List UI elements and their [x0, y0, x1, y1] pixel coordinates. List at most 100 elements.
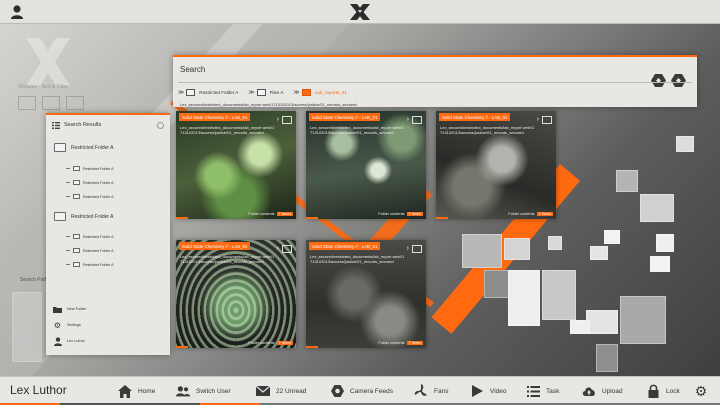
fan-icon: [414, 384, 428, 398]
nav-fans[interactable]: Fans: [414, 382, 448, 400]
tile-footer: Folder contents 7 Items: [378, 212, 423, 216]
folder-icon: [73, 180, 80, 185]
breadcrumb-item-active[interactable]: Lab_reports_01: [315, 90, 347, 95]
search-icon[interactable]: [157, 121, 164, 129]
nav-upload[interactable]: Upload: [582, 382, 623, 400]
home-icon: [118, 384, 132, 398]
tile-footer: Folder contents 7 Items: [508, 212, 553, 216]
folder-icon[interactable]: [412, 245, 422, 253]
folder-tile[interactable]: Solid State Chemistry // - LAB_01 › Lex_…: [306, 240, 426, 348]
result-subfolder[interactable]: Restricted Folder A: [66, 166, 114, 171]
result-subfolder[interactable]: Restricted Folder A: [66, 180, 114, 185]
tile-text: Lex_secured/restricted_documents/lab_rep…: [310, 254, 405, 264]
tile-text: Lex_secured/restricted_documents/lab_rep…: [180, 254, 275, 264]
hex-button-icon[interactable]: [671, 74, 686, 87]
search-results-panel: Search Results Restricted Folder A Restr…: [46, 113, 170, 355]
result-folder[interactable]: Restricted Folder A: [54, 143, 114, 152]
result-subfolder[interactable]: Restricted Folder A: [66, 248, 114, 253]
faded-label: Modules · Sort & Filter: [18, 84, 68, 90]
tile-text: Lex_secured/restricted_documents/lab_rep…: [180, 125, 275, 135]
item-count-badge: 7 Items: [536, 212, 553, 216]
faded-logo-icon: [26, 38, 70, 86]
list-icon[interactable]: [52, 121, 60, 129]
nav-lock[interactable]: Lock: [646, 382, 680, 400]
folder-icon[interactable]: [282, 116, 292, 124]
folder-tile[interactable]: Solid State Chemistry // - LAB_01 › Lex_…: [176, 111, 296, 219]
nav-home[interactable]: Home: [118, 382, 155, 400]
tile-title: Solid State Chemistry // - LAB_01: [179, 242, 251, 250]
folder-icon[interactable]: [412, 116, 422, 124]
chevron-right-icon[interactable]: ›: [407, 245, 409, 253]
folder-icon: [256, 88, 266, 96]
nav-task[interactable]: Task: [526, 382, 559, 400]
folder-icon[interactable]: [282, 245, 292, 253]
folder-icon: [73, 166, 80, 171]
bottom-bar: Lex Luthor Home Switch User 22 Unread Ca…: [0, 376, 720, 405]
result-subfolder[interactable]: Restricted Folder A: [66, 234, 114, 239]
folder-icon: [301, 88, 311, 96]
nav-camera-feeds[interactable]: Camera Feeds: [330, 382, 393, 400]
folder-icon: [73, 234, 80, 239]
item-count-badge: 7 Items: [276, 341, 293, 345]
results-header: Search Results: [52, 119, 164, 131]
nav-video[interactable]: Video: [470, 382, 507, 400]
top-bar: [0, 0, 720, 24]
chevron-right-icon[interactable]: ›: [407, 116, 409, 124]
folder-icon[interactable]: [542, 116, 552, 124]
gear-icon: ⚙: [694, 382, 708, 399]
x-logo-icon[interactable]: [349, 3, 371, 21]
result-subfolder[interactable]: Restricted Folder A: [66, 262, 114, 267]
folder-icon: [73, 248, 80, 253]
item-count-badge: 7 Items: [406, 212, 423, 216]
folder-icon: [73, 262, 80, 267]
new-folder-icon: [53, 305, 62, 313]
breadcrumb-item[interactable]: Restricted Folder A: [199, 90, 238, 95]
settings-gear[interactable]: ⚙: [694, 382, 708, 400]
user-icon[interactable]: [10, 4, 24, 20]
folder-tile[interactable]: Solid State Chemistry // - LAB_01 › Lex_…: [306, 111, 426, 219]
profile-button[interactable]: Lex Luthor: [53, 336, 85, 346]
cloud-upload-icon: [582, 384, 596, 398]
nav-unread[interactable]: 22 Unread: [256, 382, 306, 400]
item-count-badge: 7 Items: [276, 212, 293, 216]
new-folder-button[interactable]: New Folder: [53, 305, 86, 313]
camera-icon: [330, 384, 344, 398]
nav-switch-user[interactable]: Switch User: [176, 382, 231, 400]
gear-icon: ⚙: [53, 320, 62, 330]
folder-icon: [54, 143, 66, 152]
switch-user-icon: [176, 384, 190, 398]
folder-tile[interactable]: Solid State Chemistry // - LAB_01 › Lex_…: [436, 111, 556, 219]
tile-footer: Folder contents 7 Items: [378, 341, 423, 345]
tile-text: Lex_secured/restricted_documents/lab_rep…: [310, 125, 405, 135]
tile-title: Solid State Chemistry // - LAB_01: [309, 242, 381, 250]
folder-tile[interactable]: Solid State Chemistry // - LAB_01 › Lex_…: [176, 240, 296, 348]
settings-button[interactable]: ⚙ Settings: [53, 320, 81, 330]
hex-button-icon[interactable]: [651, 74, 666, 87]
lock-icon: [646, 384, 660, 398]
item-count-badge: 7 Items: [406, 341, 423, 345]
breadcrumb: ≫ Restricted Folder A ≫ Files A ≫ Lab_re…: [178, 88, 347, 96]
faded-tiles: [18, 96, 84, 110]
chevron-right-icon[interactable]: ›: [277, 116, 279, 124]
search-panel: Search ≫ Restricted Folder A ≫ Files A ≫…: [173, 55, 697, 107]
user-icon: [53, 336, 62, 346]
tile-footer: Folder contents 7 Items: [248, 212, 293, 216]
breadcrumb-item[interactable]: Files A: [270, 90, 284, 95]
search-path-label: Search Path: [20, 277, 48, 283]
path-text: Lex_secured/restricted_documents/lab_rep…: [180, 102, 357, 107]
tile-title: Solid State Chemistry // - LAB_01: [179, 113, 251, 121]
play-icon: [470, 384, 484, 398]
chevron-right-icon[interactable]: ›: [277, 245, 279, 253]
tile-text: Lex_secured/restricted_documents/lab_rep…: [440, 125, 535, 135]
results-title: Search Results: [64, 122, 102, 128]
result-subfolder[interactable]: Restricted Folder A: [66, 194, 114, 199]
result-folder[interactable]: Restricted Folder A: [54, 212, 114, 221]
tile-title: Solid State Chemistry // - LAB_01: [439, 113, 511, 121]
search-title[interactable]: Search: [180, 65, 205, 74]
folder-icon: [186, 88, 196, 96]
chevron-right-icon[interactable]: ›: [537, 116, 539, 124]
user-name[interactable]: Lex Luthor: [10, 383, 67, 397]
mail-icon: [256, 384, 270, 398]
folder-icon: [73, 194, 80, 199]
tile-title: Solid State Chemistry // - LAB_01: [309, 113, 381, 121]
